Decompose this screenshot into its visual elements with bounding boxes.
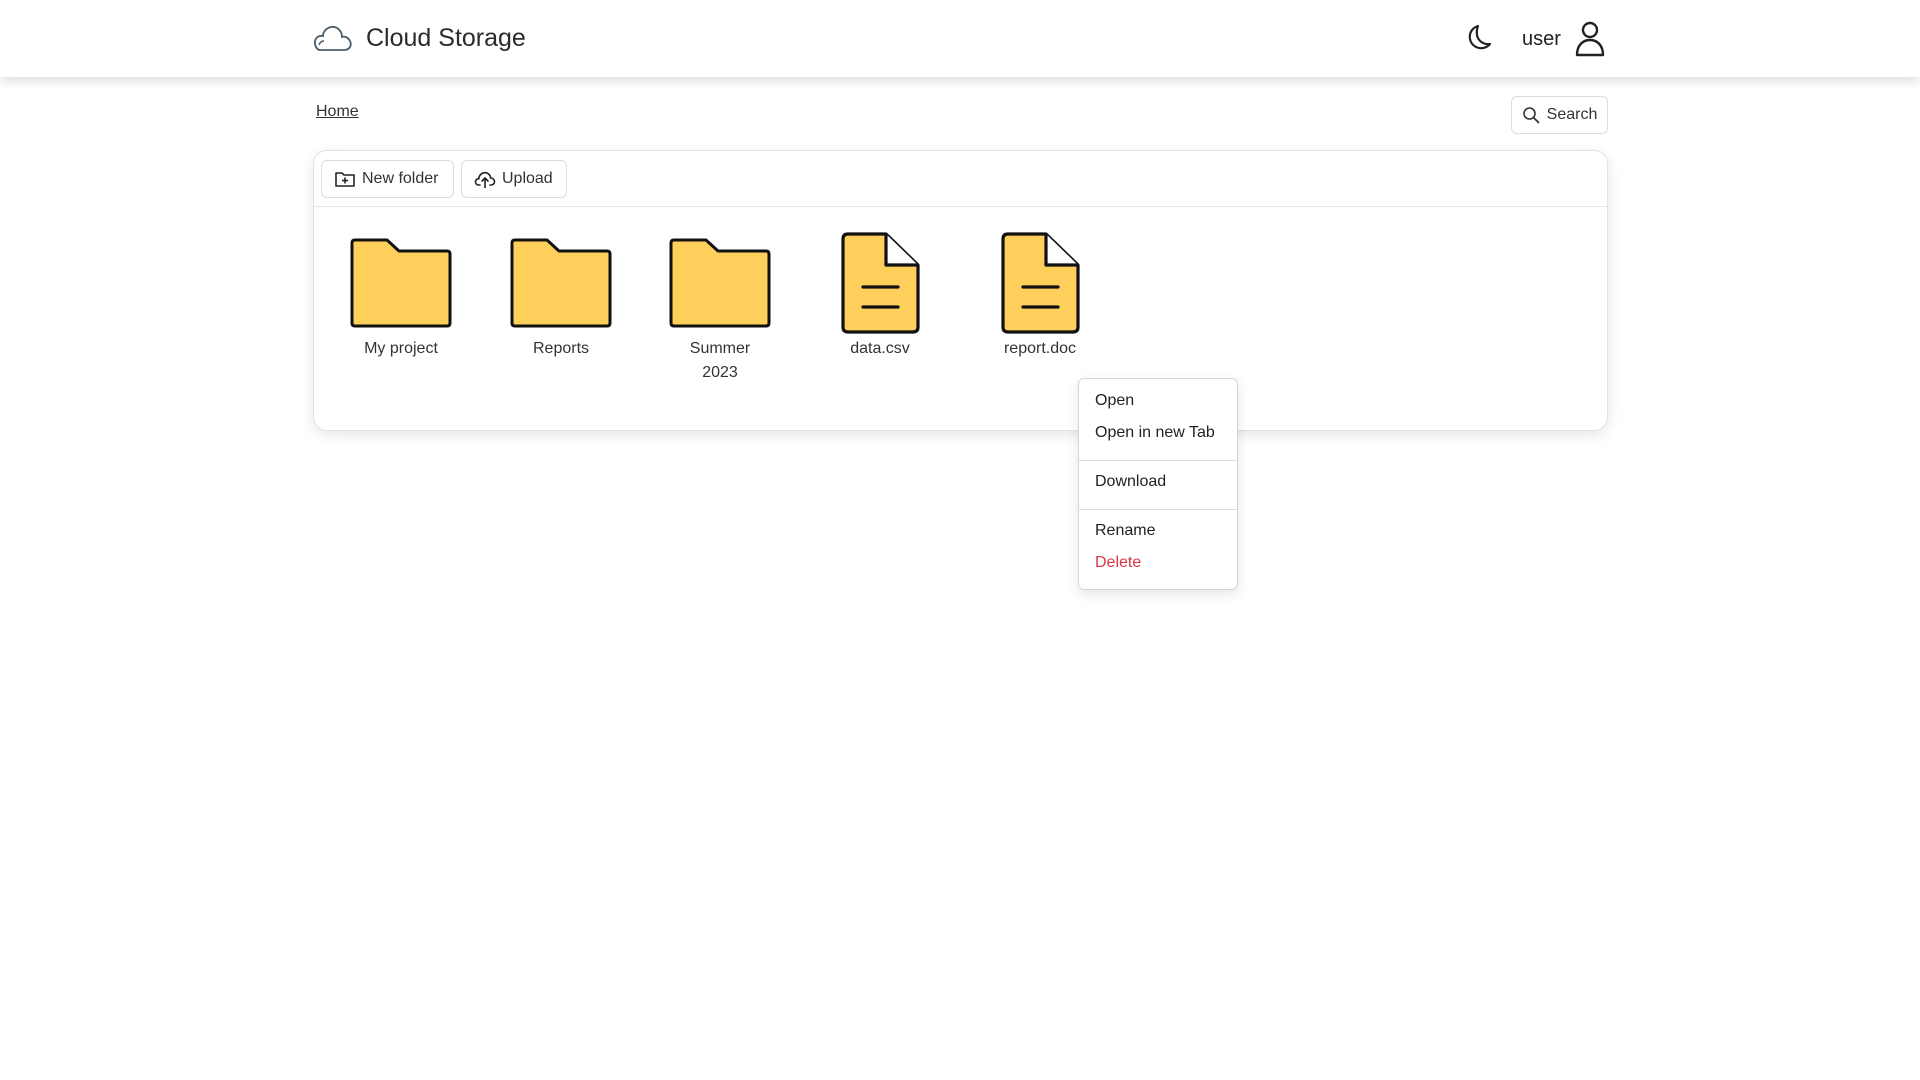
menu-divider — [1079, 460, 1237, 461]
cloud-icon — [313, 25, 352, 51]
search-button[interactable]: Search — [1511, 96, 1608, 134]
folder-plus-icon — [335, 172, 355, 187]
brand[interactable]: Cloud Storage — [310, 20, 526, 56]
item-name: Reports — [532, 340, 590, 357]
file-item[interactable]: report.doc — [980, 231, 1100, 361]
menu-item-delete[interactable]: Delete — [1095, 554, 1141, 572]
folder-item[interactable]: My project — [341, 237, 461, 361]
top-navbar: Cloud Storage user — [0, 0, 1920, 77]
folder-item[interactable]: Summer 2023 — [660, 237, 780, 385]
folder-icon — [510, 238, 612, 328]
file-browser-card: New folder Upload My project Reports Sum… — [313, 150, 1608, 431]
breadcrumb: Home — [316, 103, 359, 121]
folder-icon — [669, 238, 771, 328]
file-text-icon — [841, 232, 920, 334]
menu-divider — [1079, 509, 1237, 510]
menu-item-rename[interactable]: Rename — [1095, 522, 1155, 540]
moon-icon — [1468, 24, 1492, 50]
context-menu: Open Open in new Tab Download Rename Del… — [1078, 378, 1238, 590]
user-menu[interactable]: user — [1522, 21, 1605, 57]
new-folder-button[interactable]: New folder — [321, 160, 454, 198]
item-name: report.doc — [1003, 340, 1077, 357]
theme-toggle-button[interactable] — [1464, 22, 1494, 52]
menu-item-download[interactable]: Download — [1095, 473, 1166, 491]
file-grid: My project Reports Summer 2023 data.csv — [314, 207, 1607, 431]
breadcrumb-home-link[interactable]: Home — [316, 103, 359, 120]
menu-item-open[interactable]: Open — [1095, 392, 1134, 410]
search-icon — [1522, 107, 1540, 124]
user-icon — [1575, 21, 1605, 57]
username: user — [1522, 27, 1561, 50]
upload-label: Upload — [502, 170, 553, 187]
folder-icon — [350, 238, 452, 328]
search-label: Search — [1546, 106, 1598, 123]
file-item[interactable]: data.csv — [820, 231, 940, 361]
upload-button[interactable]: Upload — [461, 160, 567, 198]
folder-item[interactable]: Reports — [501, 237, 621, 361]
item-name: My project — [364, 340, 438, 357]
new-folder-label: New folder — [362, 170, 439, 187]
app-title: Cloud Storage — [366, 23, 526, 52]
file-toolbar: New folder Upload — [314, 151, 1607, 207]
file-text-icon — [1001, 232, 1080, 334]
item-name: data.csv — [850, 340, 910, 357]
cloud-upload-icon — [474, 171, 496, 188]
menu-item-open-new-tab[interactable]: Open in new Tab — [1095, 424, 1215, 442]
item-name: Summer 2023 — [689, 340, 751, 381]
